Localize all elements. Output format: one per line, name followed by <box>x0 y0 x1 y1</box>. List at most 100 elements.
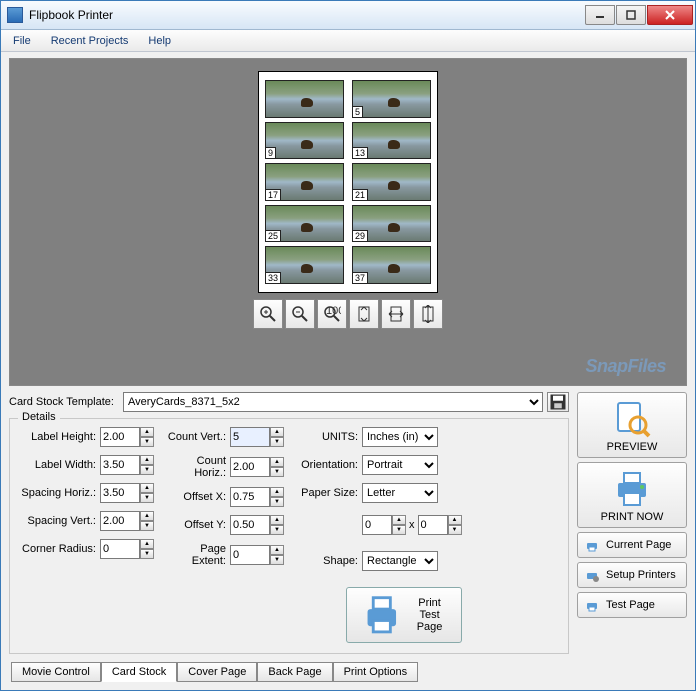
test-page-label: Test Page <box>606 599 655 611</box>
save-template-button[interactable] <box>547 392 569 412</box>
paper-h-up[interactable]: ▲ <box>448 515 462 525</box>
setup-printers-label: Setup Printers <box>606 569 676 581</box>
label-width-up[interactable]: ▲ <box>140 455 154 465</box>
zoom-out-button[interactable] <box>285 299 315 329</box>
label-width-down[interactable]: ▼ <box>140 465 154 475</box>
shape-select[interactable]: Rectangle <box>362 551 438 571</box>
count-vert-input[interactable] <box>230 427 270 447</box>
printer-icon <box>584 597 600 613</box>
tab-back-page[interactable]: Back Page <box>257 662 332 682</box>
zoom-in-icon <box>259 305 277 323</box>
page-extent-label: Page Extent: <box>166 543 226 567</box>
paper-w-input[interactable] <box>362 515 392 535</box>
card-thumbnail <box>265 80 344 118</box>
fit-height-button[interactable] <box>413 299 443 329</box>
count-vert-up[interactable]: ▲ <box>270 427 284 437</box>
count-horiz-up[interactable]: ▲ <box>270 457 284 467</box>
tab-print-options[interactable]: Print Options <box>333 662 419 682</box>
offset-y-up[interactable]: ▲ <box>270 515 284 525</box>
setup-printers-button[interactable]: Setup Printers <box>577 562 687 588</box>
paper-by-label: x <box>409 519 415 531</box>
units-label: UNITS: <box>296 431 358 443</box>
count-vert-down[interactable]: ▼ <box>270 437 284 447</box>
print-now-button[interactable]: PRINT NOW <box>577 462 687 528</box>
page-extent-down[interactable]: ▼ <box>270 555 284 565</box>
label-height-down[interactable]: ▼ <box>140 437 154 447</box>
print-test-page-button[interactable]: Print Test Page <box>346 587 462 643</box>
zoom-in-button[interactable] <box>253 299 283 329</box>
preview-area: 5913172125293337 100% SnapFiles <box>9 58 687 386</box>
fit-width-icon <box>387 305 405 323</box>
paper-w-up[interactable]: ▲ <box>392 515 406 525</box>
card-thumbnail: 9 <box>265 122 344 160</box>
corner-radius-input[interactable] <box>100 539 140 559</box>
card-thumbnail: 29 <box>352 205 431 243</box>
preview-button[interactable]: PREVIEW <box>577 392 687 458</box>
paper-h-input[interactable] <box>418 515 448 535</box>
tab-cover-page[interactable]: Cover Page <box>177 662 257 682</box>
page-extent-input[interactable] <box>230 545 270 565</box>
paper-size-label: Paper Size: <box>296 487 358 499</box>
paper-h-down[interactable]: ▼ <box>448 525 462 535</box>
template-select[interactable]: AveryCards_8371_5x2 <box>123 392 543 412</box>
paper-w-down[interactable]: ▼ <box>392 525 406 535</box>
fit-width-button[interactable] <box>381 299 411 329</box>
page-extent-up[interactable]: ▲ <box>270 545 284 555</box>
spacing-horiz-input[interactable] <box>100 483 140 503</box>
spacing-vert-down[interactable]: ▼ <box>140 521 154 531</box>
card-number: 9 <box>266 147 276 158</box>
close-button[interactable] <box>647 5 693 25</box>
corner-radius-up[interactable]: ▲ <box>140 539 154 549</box>
zoom-100-button[interactable]: 100% <box>317 299 347 329</box>
count-horiz-down[interactable]: ▼ <box>270 467 284 477</box>
current-page-label: Current Page <box>606 539 671 551</box>
spacing-horiz-label: Spacing Horiz.: <box>18 487 96 499</box>
orientation-select[interactable]: Portrait <box>362 455 438 475</box>
label-width-label: Label Width: <box>18 459 96 471</box>
test-page-button[interactable]: Test Page <box>577 592 687 618</box>
preview-label: PREVIEW <box>607 441 658 453</box>
paper-size-select[interactable]: Letter <box>362 483 438 503</box>
offset-x-down[interactable]: ▼ <box>270 497 284 507</box>
maximize-button[interactable] <box>616 5 646 25</box>
count-horiz-input[interactable] <box>230 457 270 477</box>
label-height-input[interactable] <box>100 427 140 447</box>
spacing-vert-up[interactable]: ▲ <box>140 511 154 521</box>
units-select[interactable]: Inches (in) <box>362 427 438 447</box>
menubar: File Recent Projects Help <box>1 30 695 52</box>
menu-recent-projects[interactable]: Recent Projects <box>43 33 137 49</box>
label-width-input[interactable] <box>100 455 140 475</box>
menu-help[interactable]: Help <box>140 33 179 49</box>
fit-page-button[interactable] <box>349 299 379 329</box>
zoom-out-icon <box>291 305 309 323</box>
window-title: Flipbook Printer <box>29 8 585 22</box>
offset-y-label: Offset Y: <box>166 519 226 531</box>
tab-movie-control[interactable]: Movie Control <box>11 662 101 682</box>
spacing-vert-input[interactable] <box>100 511 140 531</box>
card-number: 33 <box>266 272 281 283</box>
menu-file[interactable]: File <box>5 33 39 49</box>
card-thumbnail: 13 <box>352 122 431 160</box>
printer-gear-icon <box>584 567 600 583</box>
current-page-button[interactable]: Current Page <box>577 532 687 558</box>
corner-radius-down[interactable]: ▼ <box>140 549 154 559</box>
label-height-up[interactable]: ▲ <box>140 427 154 437</box>
preview-icon <box>612 399 652 439</box>
spacing-horiz-up[interactable]: ▲ <box>140 483 154 493</box>
minimize-button[interactable] <box>585 5 615 25</box>
tab-card-stock[interactable]: Card Stock <box>101 662 177 682</box>
offset-y-down[interactable]: ▼ <box>270 525 284 535</box>
offset-x-up[interactable]: ▲ <box>270 487 284 497</box>
spacing-horiz-down[interactable]: ▼ <box>140 493 154 503</box>
offset-x-label: Offset X: <box>166 491 226 503</box>
card-number: 13 <box>353 147 368 158</box>
offset-y-input[interactable] <box>230 515 270 535</box>
zoom-100-icon: 100% <box>323 305 341 323</box>
titlebar: Flipbook Printer <box>1 1 695 30</box>
svg-text:100%: 100% <box>326 305 341 317</box>
card-thumbnail: 37 <box>352 246 431 284</box>
offset-x-input[interactable] <box>230 487 270 507</box>
card-number: 29 <box>353 230 368 241</box>
fit-height-icon <box>419 305 437 323</box>
template-label: Card Stock Template: <box>9 396 119 408</box>
